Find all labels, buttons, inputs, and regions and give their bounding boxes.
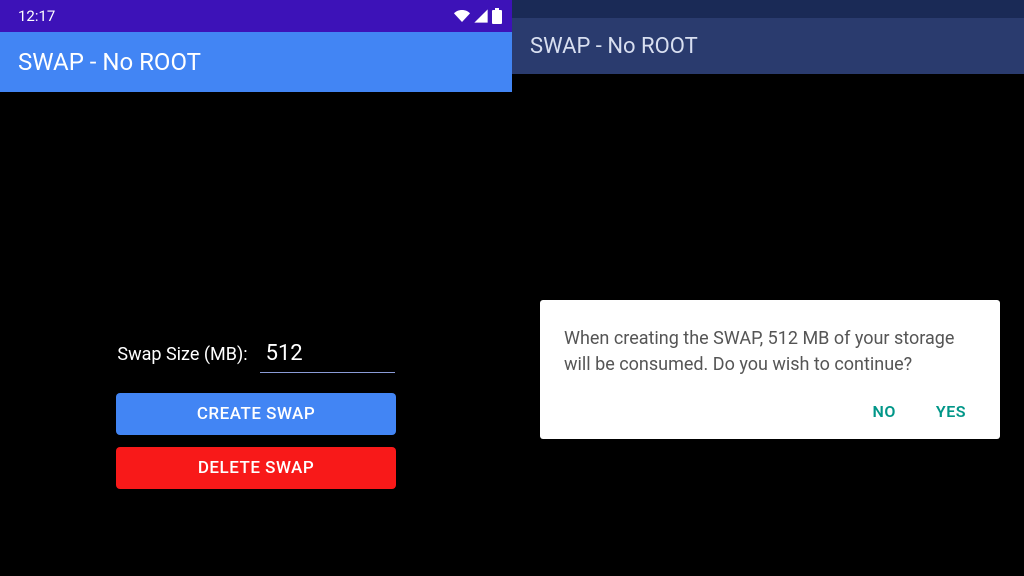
swap-size-label: Swap Size (MB): (117, 344, 247, 365)
delete-swap-button[interactable]: DELETE SWAP (116, 447, 396, 489)
wifi-icon (454, 8, 470, 24)
main-content: Swap Size (MB): 512 CREATE SWAP DELETE S… (0, 92, 512, 576)
confirm-dialog: When creating the SWAP, 512 MB of your s… (540, 300, 1000, 439)
status-time: 12:17 (18, 7, 55, 25)
status-bar-dim (512, 0, 1024, 18)
signal-icon (473, 8, 489, 24)
dialog-message: When creating the SWAP, 512 MB of your s… (564, 326, 976, 378)
app-title-dim: SWAP - No ROOT (530, 34, 698, 59)
app-bar-dim: SWAP - No ROOT (512, 18, 1024, 74)
screen-main: 12:17 SWAP - No ROOT Swap Size (MB): 512… (0, 0, 512, 576)
battery-icon (492, 8, 502, 24)
screen-dialog: SWAP - No ROOT When creating the SWAP, 5… (512, 0, 1024, 576)
dialog-actions: NO YES (564, 402, 976, 425)
create-swap-button[interactable]: CREATE SWAP (116, 393, 396, 435)
dialog-yes-button[interactable]: YES (936, 402, 966, 421)
swap-size-row: Swap Size (MB): 512 (117, 340, 394, 373)
status-icons (454, 8, 502, 24)
swap-size-input[interactable]: 512 (260, 340, 395, 373)
app-bar: SWAP - No ROOT (0, 32, 512, 92)
dialog-no-button[interactable]: NO (873, 402, 896, 421)
status-bar: 12:17 (0, 0, 512, 32)
app-title: SWAP - No ROOT (18, 48, 201, 76)
